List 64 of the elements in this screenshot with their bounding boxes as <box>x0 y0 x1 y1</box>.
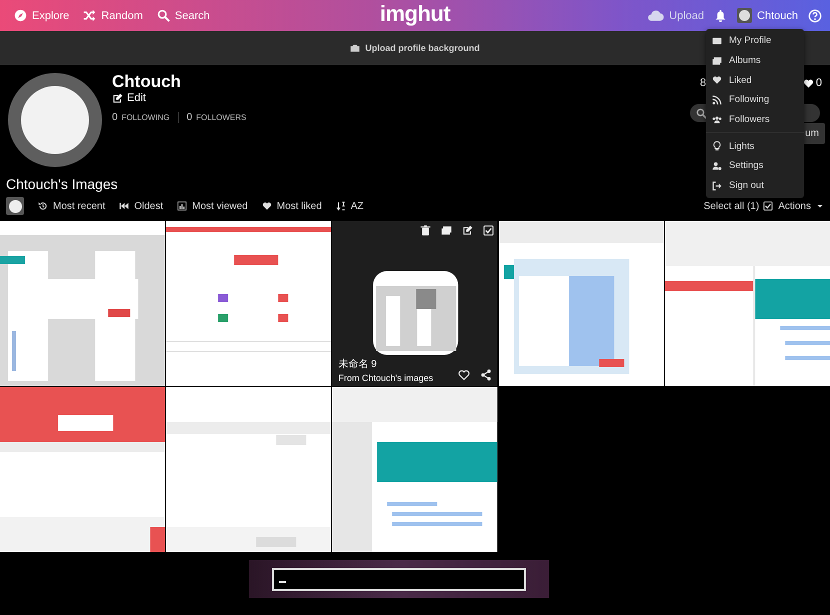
avatar-icon <box>737 8 752 23</box>
user-menu-button[interactable]: Chtouch <box>735 6 800 25</box>
sort-option[interactable]: Most viewed <box>177 200 248 212</box>
sign-out-icon <box>712 180 722 191</box>
menu-item[interactable]: Following <box>706 90 804 110</box>
nav-link[interactable]: Explore <box>12 7 72 24</box>
menu-item[interactable]: Liked <box>706 70 804 90</box>
stat-link[interactable]: 0 FOLLOWING <box>112 112 178 123</box>
like-count: 0 <box>816 77 822 89</box>
sort-option[interactable]: Most recent <box>38 200 106 212</box>
share-icon[interactable] <box>480 369 492 381</box>
camera-icon <box>350 43 360 53</box>
heart-icon <box>802 78 814 88</box>
history-icon <box>38 201 48 211</box>
album-icon <box>712 56 722 66</box>
help-icon[interactable] <box>808 8 822 22</box>
section-title: Chtouch's Images <box>6 175 118 193</box>
nav-link[interactable]: Search <box>154 7 212 24</box>
search-icon <box>696 108 707 118</box>
edit-link[interactable]: Edit <box>112 92 254 104</box>
album-icon[interactable] <box>440 225 452 236</box>
image-count: 8 <box>700 77 706 89</box>
menu-item[interactable]: Sign out <box>706 176 804 196</box>
bulb-icon <box>712 141 722 152</box>
upload-background-link[interactable]: Upload profile background <box>350 43 480 53</box>
checkbox-icon[interactable] <box>482 225 494 236</box>
sort-option[interactable]: Most liked <box>262 200 322 212</box>
bell-icon[interactable] <box>714 9 728 22</box>
cursor-icon <box>278 581 286 583</box>
sort-icon <box>336 201 346 211</box>
sort-option[interactable]: AZ <box>336 200 364 212</box>
shuffle-icon <box>83 9 96 22</box>
menu-item[interactable]: My Profile <box>706 31 804 51</box>
caret-icon <box>816 202 824 210</box>
heart-icon <box>262 201 272 211</box>
trash-icon[interactable] <box>420 225 431 236</box>
id-card-icon <box>712 36 722 46</box>
image-source: From Chtouch's images <box>338 373 434 383</box>
menu-item[interactable]: Followers <box>706 110 804 130</box>
menu-item[interactable]: Lights <box>706 136 804 156</box>
compass-icon <box>14 9 27 22</box>
avatar-filter-button[interactable] <box>6 197 24 215</box>
edit-icon[interactable] <box>462 225 473 236</box>
image-title[interactable]: 未命名 9 <box>338 357 434 371</box>
search-icon <box>156 9 170 22</box>
user-settings-icon <box>712 160 722 171</box>
chart-icon <box>177 201 188 211</box>
heart-icon[interactable] <box>458 369 470 381</box>
stat-link[interactable]: 0 FOLLOWERS <box>178 112 254 123</box>
input-field[interactable] <box>272 568 526 590</box>
menu-item[interactable]: Albums <box>706 50 804 70</box>
actions-menu-button[interactable]: Actions <box>763 200 824 212</box>
logo[interactable]: imghut <box>380 1 450 27</box>
users-icon <box>712 114 722 125</box>
menu-item[interactable]: Settings <box>706 156 804 176</box>
nav-link[interactable]: Random <box>81 7 145 24</box>
sort-option[interactable]: Oldest <box>119 200 164 212</box>
rss-icon <box>712 94 722 105</box>
heart-icon <box>712 75 722 86</box>
select-all-link[interactable]: Select all (1) <box>704 200 760 212</box>
edit-icon <box>112 92 123 104</box>
backward-icon <box>119 201 130 211</box>
checkbox-icon <box>763 201 774 211</box>
profile-name: Chtouch <box>112 73 182 91</box>
